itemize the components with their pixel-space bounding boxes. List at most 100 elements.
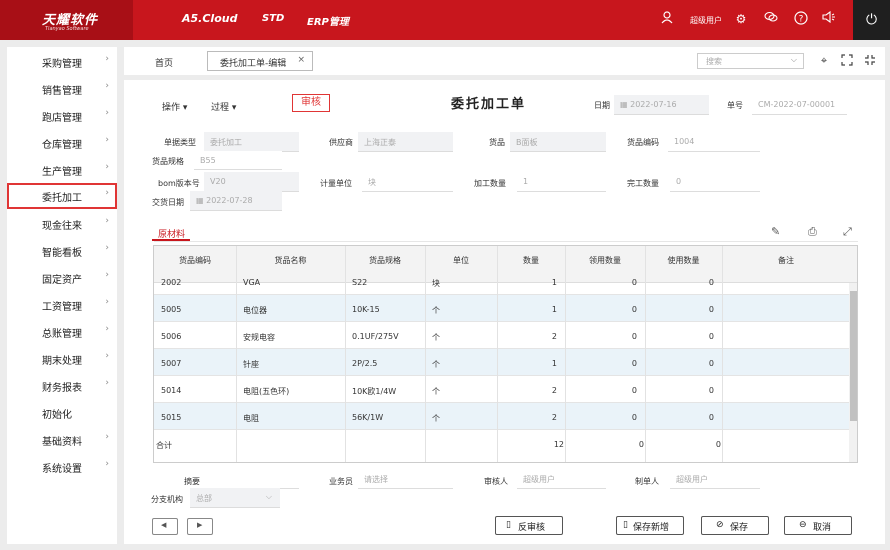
- table-row[interactable]: 5007 针座 2P/2.5 个 1 0 0: [154, 349, 850, 376]
- sidebar-item-7[interactable]: 智能看板 ›: [7, 238, 117, 263]
- sidebar-item-2[interactable]: 跑店管理 ›: [7, 103, 117, 128]
- column-header[interactable]: 数量: [497, 255, 565, 266]
- user-name[interactable]: 超级用户: [690, 15, 722, 26]
- save-new-button[interactable]: ▯ 保存新增: [616, 516, 684, 535]
- unaudit-button[interactable]: ▯ 反审核: [495, 516, 563, 535]
- sidebar-item-15[interactable]: 系统设置 ›: [7, 454, 117, 479]
- cell-qty: 2: [551, 413, 557, 422]
- column-header[interactable]: 领用数量: [565, 255, 645, 266]
- delivery-field[interactable]: ▦ 2022-07-28: [190, 191, 282, 211]
- chevron-down-icon[interactable]: ⌵: [791, 55, 797, 65]
- save-button[interactable]: ⊘ 保存: [701, 516, 769, 535]
- sidebar-item-8[interactable]: 固定资产 ›: [7, 265, 117, 290]
- column-header[interactable]: 货品名称: [236, 255, 345, 266]
- nav-std[interactable]: STD: [262, 13, 284, 24]
- sidebar-item-1[interactable]: 销售管理 ›: [7, 76, 117, 101]
- scrollbar-thumb[interactable]: [850, 291, 857, 421]
- column-divider: [345, 246, 346, 462]
- column-divider: [722, 246, 723, 462]
- sidebar-item-label: 生产管理: [42, 167, 82, 178]
- sidebar-item-0[interactable]: 采购管理 ›: [7, 49, 117, 74]
- sidebar-item-11[interactable]: 期末处理 ›: [7, 346, 117, 371]
- tab-active[interactable]: 委托加工单-编辑 ×: [207, 51, 313, 71]
- cancel-button[interactable]: ⊖ 取消: [784, 516, 852, 535]
- doc-no-field[interactable]: CM-2022-07-00001: [752, 95, 847, 115]
- sidebar-item-label: 销售管理: [42, 86, 82, 97]
- qty-field[interactable]: 1: [517, 172, 606, 192]
- prev-button[interactable]: ◀: [152, 518, 178, 535]
- nav-erp[interactable]: ERP管理: [307, 13, 349, 28]
- nav-a5cloud[interactable]: A5.Cloud: [182, 12, 237, 25]
- table-row[interactable]: 5014 电阻(五色环) 10K欧1/4W 个 2 0 0: [154, 376, 850, 403]
- next-button[interactable]: ▶: [187, 518, 213, 535]
- process-menu[interactable]: 过程 ▾: [211, 100, 236, 113]
- total-total_label: 合计: [156, 441, 172, 450]
- column-header[interactable]: 货品规格: [345, 255, 425, 266]
- chat-icon[interactable]: [763, 11, 779, 27]
- tab-label: 委托加工单-编辑: [220, 59, 287, 69]
- sidebar-item-6[interactable]: 现金往来 ›: [7, 211, 117, 236]
- chevron-right-icon: ›: [105, 135, 109, 145]
- chevron-right-icon: ›: [105, 297, 109, 307]
- branch-select[interactable]: 总部 ⌵: [190, 488, 280, 508]
- goods-code-field[interactable]: 1004: [668, 132, 760, 152]
- table-row[interactable]: 5005 电位器 10K-15 个 1 0 0: [154, 295, 850, 322]
- column-header[interactable]: 备注: [722, 255, 850, 266]
- print-icon[interactable]: ⎙: [808, 225, 817, 239]
- table-row[interactable]: 5015 电阻 56K/1W 个 2 0 0: [154, 403, 850, 430]
- main-panel: 操作 ▾ 过程 ▾ 审核 委托加工单 日期 ▦ 2022-07-16 单号 CM…: [124, 80, 885, 544]
- close-icon[interactable]: ×: [297, 55, 305, 65]
- sidebar-item-10[interactable]: 总账管理 ›: [7, 319, 117, 344]
- sidebar-item-13[interactable]: 初始化: [7, 400, 117, 425]
- done-field[interactable]: 0: [670, 172, 760, 192]
- column-header[interactable]: 使用数量: [645, 255, 722, 266]
- supplier-field[interactable]: 上海正泰: [358, 132, 453, 152]
- locate-icon[interactable]: ⌖: [817, 54, 831, 68]
- table-row[interactable]: 2002 VGA S22 块 1 0 0: [154, 268, 850, 295]
- top-bar: 天耀软件 Tianyao Software A5.Cloud STD ERP管理…: [0, 0, 890, 40]
- exit-fullscreen-icon[interactable]: [863, 54, 877, 68]
- total-total_qty: 12: [553, 440, 564, 449]
- bom-field[interactable]: V20: [204, 172, 299, 192]
- table-row[interactable]: 5006 安规电容 0.1UF/275V 个 2 0 0: [154, 322, 850, 349]
- sidebar-item-5[interactable]: 委托加工 ›: [7, 183, 117, 209]
- sidebar-item-label: 总账管理: [42, 329, 82, 340]
- column-header[interactable]: 货品编码: [154, 255, 236, 266]
- help-icon[interactable]: ?: [793, 11, 809, 27]
- announcement-icon[interactable]: [821, 10, 837, 27]
- supplier-label: 供应商: [329, 138, 353, 147]
- doc-type-field[interactable]: 委托加工: [204, 132, 299, 152]
- summary-label: 摘要: [184, 477, 200, 486]
- sidebar-item-12[interactable]: 财务报表 ›: [7, 373, 117, 398]
- search-input[interactable]: 搜索 ⌵: [697, 53, 804, 69]
- cell-name: VGA: [243, 278, 261, 287]
- user-icon[interactable]: [659, 11, 675, 27]
- sidebar-item-9[interactable]: 工资管理 ›: [7, 292, 117, 317]
- cell-spec: 0.1UF/275V: [352, 332, 399, 341]
- tab-home[interactable]: 首页: [155, 56, 173, 69]
- goods-field[interactable]: B面板: [510, 132, 606, 152]
- paperclip-icon[interactable]: ✎: [771, 225, 780, 238]
- fullscreen-icon[interactable]: [840, 54, 854, 68]
- auditor-field[interactable]: 超级用户: [517, 469, 606, 489]
- unit-field[interactable]: 块: [362, 172, 453, 192]
- sidebar-item-label: 期末处理: [42, 356, 82, 367]
- chevron-down-icon: ⌵: [265, 492, 272, 501]
- sidebar-item-3[interactable]: 仓库管理 ›: [7, 130, 117, 155]
- sidebar-item-label: 委托加工: [42, 193, 82, 204]
- column-header[interactable]: 单位: [425, 255, 497, 266]
- operate-menu[interactable]: 操作 ▾: [162, 100, 187, 113]
- sidebar-item-label: 智能看板: [42, 248, 82, 259]
- maker-field[interactable]: 超级用户: [670, 469, 760, 489]
- materials-table: 货品编码 货品名称 货品规格 单位 数量 领用数量 使用数量 备注 2002 VGA S22 块 1 0 0…: [153, 245, 858, 463]
- expand-icon[interactable]: ⤢: [843, 225, 852, 239]
- summary-field[interactable]: [204, 469, 299, 489]
- power-icon[interactable]: ⏻: [853, 0, 890, 40]
- date-field[interactable]: ▦ 2022-07-16: [614, 95, 709, 115]
- chevron-right-icon: ›: [105, 459, 109, 469]
- settings-icon[interactable]: ⚙: [733, 11, 749, 27]
- salesman-field[interactable]: 请选择: [358, 469, 453, 489]
- sidebar-item-14[interactable]: 基础资料 ›: [7, 427, 117, 452]
- sidebar-item-4[interactable]: 生产管理 ›: [7, 157, 117, 182]
- goods-spec-field[interactable]: B55: [194, 151, 282, 170]
